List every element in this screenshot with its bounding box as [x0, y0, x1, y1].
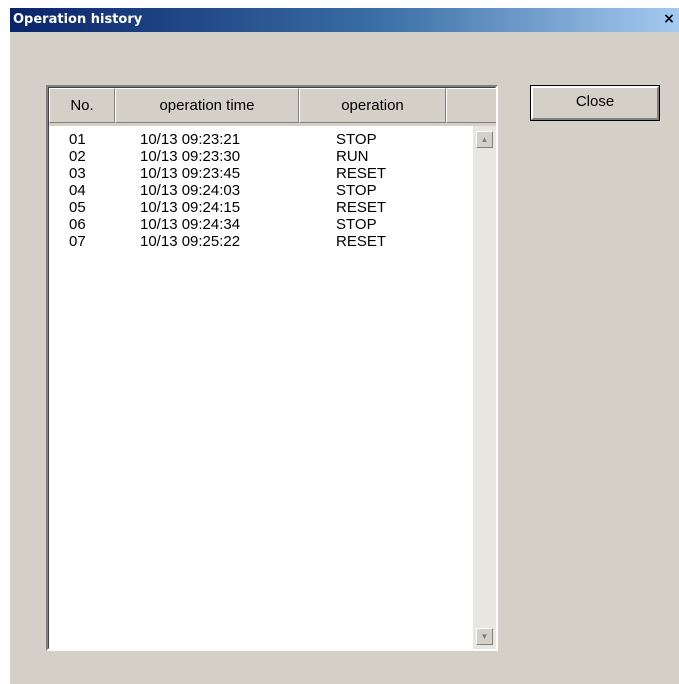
close-button[interactable]: Close	[530, 85, 660, 121]
cell-operation-time: 10/13 09:23:30	[140, 148, 241, 165]
vertical-scrollbar[interactable]: ▲ ▼	[473, 126, 496, 649]
cell-no: 05	[69, 199, 86, 216]
cell-operation-time: 10/13 09:24:34	[140, 216, 241, 233]
table-row[interactable]: 05 10/13 09:24:15 RESET	[49, 199, 473, 216]
close-button-label: Close	[531, 86, 659, 120]
cell-no: 01	[69, 131, 86, 148]
table-row[interactable]: 02 10/13 09:23:30 RUN	[49, 148, 473, 165]
column-header-operation[interactable]: operation	[299, 88, 446, 123]
cell-operation-time: 10/13 09:24:15	[140, 199, 241, 216]
window-title: Operation history	[13, 12, 143, 27]
cell-operation-time: 10/13 09:24:03	[140, 182, 241, 199]
cell-operation: RESET	[336, 165, 387, 182]
table-row[interactable]: 06 10/13 09:24:34 STOP	[49, 216, 473, 233]
table-row[interactable]: 03 10/13 09:23:45 RESET	[49, 165, 473, 182]
table-row[interactable]: 01 10/13 09:23:21 STOP	[49, 131, 473, 148]
cell-operation-time: 10/13 09:23:21	[140, 131, 241, 148]
column-header-no[interactable]: No.	[49, 88, 115, 123]
cell-operation: RESET	[336, 233, 387, 250]
scroll-up-icon[interactable]: ▲	[476, 131, 493, 148]
cell-no: 07	[69, 233, 86, 250]
cell-no: 03	[69, 165, 86, 182]
title-bar[interactable]: Operation history ×	[10, 8, 679, 32]
list-header: No. operation time operation	[49, 88, 496, 125]
cell-operation: RUN	[336, 148, 369, 165]
operation-list: No. operation time operation 01 10/13 09…	[46, 85, 498, 651]
cell-no: 06	[69, 216, 86, 233]
list-body: 01 10/13 09:23:21 STOP 02 10/13 09:23:30…	[49, 126, 473, 649]
cell-operation: STOP	[336, 131, 377, 148]
cell-operation: STOP	[336, 216, 377, 233]
cell-operation: RESET	[336, 199, 387, 216]
table-row[interactable]: 04 10/13 09:24:03 STOP	[49, 182, 473, 199]
cell-operation-time: 10/13 09:23:45	[140, 165, 241, 182]
column-header-operation-time[interactable]: operation time	[115, 88, 299, 123]
table-row[interactable]: 07 10/13 09:25:22 RESET	[49, 233, 473, 250]
close-icon[interactable]: ×	[661, 11, 677, 27]
cell-operation: STOP	[336, 182, 377, 199]
cell-no: 04	[69, 182, 86, 199]
cell-operation-time: 10/13 09:25:22	[140, 233, 241, 250]
cell-no: 02	[69, 148, 86, 165]
scroll-down-icon[interactable]: ▼	[476, 628, 493, 645]
column-header-filler	[446, 88, 496, 123]
operation-history-dialog: Operation history × No. operation time o…	[10, 8, 679, 684]
